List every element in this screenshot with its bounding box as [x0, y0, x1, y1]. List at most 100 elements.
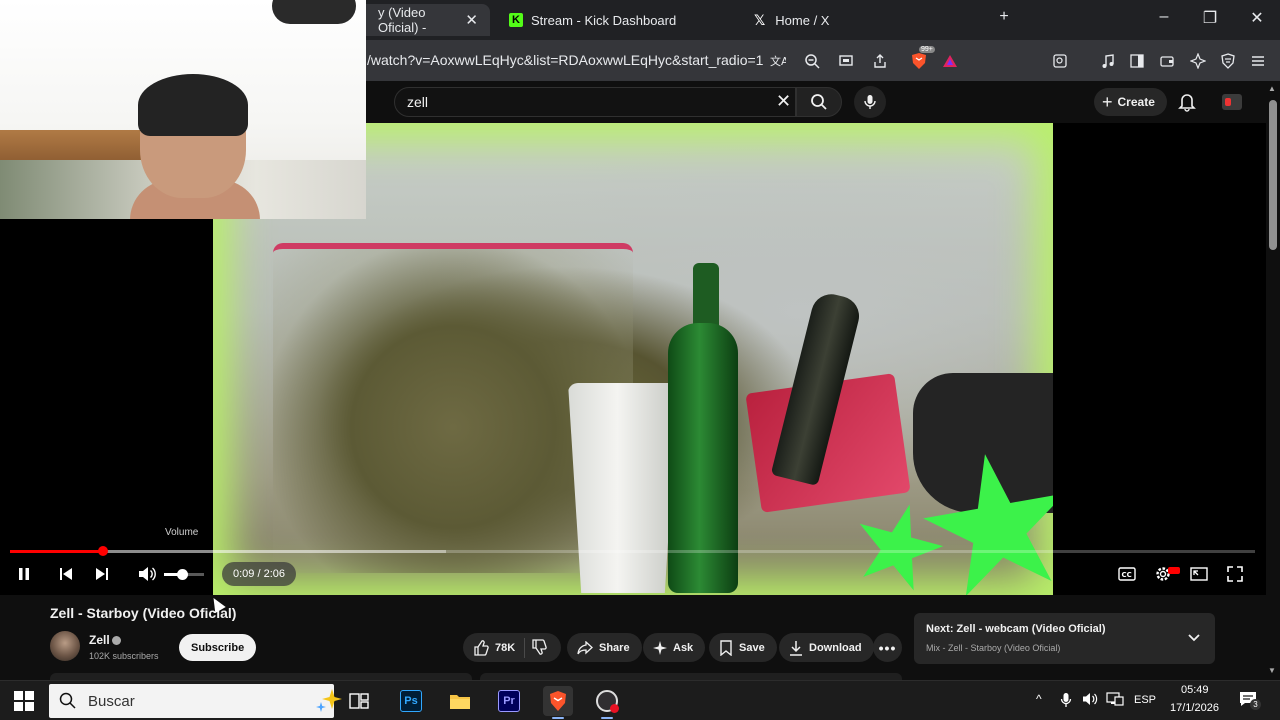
- sidebar-toggle-icon[interactable]: [1126, 50, 1148, 72]
- scroll-down-icon[interactable]: ▼: [1268, 666, 1276, 675]
- new-tab-button[interactable]: +: [992, 8, 1016, 26]
- tray-network-icon[interactable]: [1106, 692, 1124, 709]
- brave-rewards-icon[interactable]: [939, 50, 961, 72]
- volume-icon: [139, 567, 156, 581]
- dislike-button[interactable]: [531, 639, 547, 660]
- captions-button[interactable]: CC: [1116, 563, 1138, 585]
- premiere-app-icon[interactable]: Pr: [494, 686, 524, 716]
- minimize-button[interactable]: –: [1152, 8, 1176, 26]
- leo-ai-icon[interactable]: [1187, 50, 1209, 72]
- search-box[interactable]: [394, 87, 796, 117]
- share-icon: [577, 640, 593, 655]
- time-display: 0:09 / 2:06: [222, 562, 296, 586]
- fullscreen-button[interactable]: [1224, 563, 1246, 585]
- close-window-button[interactable]: ✕: [1245, 8, 1269, 28]
- save-label: Save: [739, 641, 765, 654]
- webcam-person-beanie: [138, 74, 248, 136]
- search-input[interactable]: [407, 94, 767, 110]
- leo-search-icon[interactable]: [1049, 50, 1071, 72]
- restore-button[interactable]: ❐: [1198, 8, 1222, 28]
- task-view-icon[interactable]: [344, 686, 374, 716]
- copilot-sparkle-icon: [316, 689, 342, 712]
- mute-button[interactable]: [136, 563, 158, 585]
- cast-icon[interactable]: [835, 50, 857, 72]
- next-button[interactable]: [91, 563, 113, 585]
- verified-icon: [112, 636, 121, 645]
- zoom-icon[interactable]: [801, 50, 823, 72]
- webcam-headphones: [272, 0, 356, 24]
- share-button[interactable]: Share: [567, 633, 642, 662]
- tab-x-home[interactable]: 𝕏 Home / X: [742, 4, 982, 36]
- subscribe-button[interactable]: Subscribe: [179, 634, 257, 661]
- plus-icon: +: [1102, 91, 1113, 112]
- scroll-up-icon[interactable]: ▲: [1268, 84, 1276, 93]
- svg-text:文A: 文A: [770, 54, 786, 68]
- search-button[interactable]: [796, 87, 842, 117]
- photoshop-app-icon[interactable]: Ps: [396, 686, 426, 716]
- wallet-icon[interactable]: [1156, 50, 1178, 72]
- thumbs-up-icon: [473, 639, 489, 656]
- url-text[interactable]: /watch?v=AoxwwLEqHyc&list=RDAoxwwLEqHyc&…: [367, 52, 763, 68]
- tray-overflow-icon[interactable]: ^: [1036, 692, 1042, 706]
- notifications-icon[interactable]: 3: [1239, 690, 1261, 713]
- previous-button[interactable]: [55, 563, 77, 585]
- share-page-icon[interactable]: [869, 50, 891, 72]
- pause-icon: [19, 568, 29, 580]
- clear-search-icon[interactable]: ✕: [776, 91, 791, 112]
- progress-played: [10, 550, 104, 553]
- save-button[interactable]: Save: [709, 633, 777, 662]
- tab-label: Stream - Kick Dashboard: [531, 12, 677, 28]
- notifications-bell-icon[interactable]: [1178, 92, 1196, 117]
- comments-panel-edge: [480, 673, 902, 680]
- notification-count: 3: [1250, 699, 1261, 710]
- taskbar-date[interactable]: 17/1/2026: [1170, 702, 1219, 714]
- svg-text:CC: CC: [1122, 571, 1132, 579]
- search-icon: [59, 692, 76, 714]
- miniplayer-button[interactable]: [1188, 563, 1210, 585]
- tab-youtube[interactable]: y (Video Oficial) - ✕: [356, 4, 490, 36]
- tab-kick-dashboard[interactable]: K Stream - Kick Dashboard: [497, 4, 737, 36]
- pause-button[interactable]: [13, 563, 35, 585]
- subscriber-count: 102K subscribers: [89, 651, 159, 661]
- volume-handle[interactable]: [177, 569, 188, 580]
- previous-icon: [60, 568, 72, 580]
- download-button[interactable]: Download: [779, 633, 874, 662]
- translate-icon[interactable]: 文A: [767, 50, 789, 72]
- video-title: Zell - Starboy (Video Oficial): [50, 605, 237, 621]
- taskbar-search-placeholder: Buscar: [88, 693, 135, 710]
- tray-volume-icon[interactable]: [1082, 692, 1098, 709]
- vpn-icon[interactable]: [1217, 50, 1239, 72]
- volume-tooltip: Volume: [165, 527, 199, 538]
- music-queue-icon[interactable]: [1097, 50, 1119, 72]
- menu-icon[interactable]: [1247, 50, 1269, 72]
- more-actions-button[interactable]: •••: [873, 633, 902, 662]
- kick-logo-icon: K: [509, 13, 523, 27]
- channel-avatar[interactable]: [50, 631, 80, 661]
- more-icon: •••: [878, 639, 897, 656]
- create-button[interactable]: + Create: [1094, 88, 1167, 116]
- brave-shield-icon[interactable]: 99+: [906, 46, 935, 72]
- scrollbar-thumb[interactable]: [1269, 100, 1277, 250]
- hd-badge: [1168, 567, 1180, 574]
- fullscreen-icon: [1227, 566, 1243, 582]
- windows-start-icon[interactable]: [14, 691, 34, 711]
- ask-button[interactable]: Ask: [643, 633, 706, 662]
- chevron-down-icon[interactable]: [1187, 630, 1201, 648]
- brave-browser-icon[interactable]: [543, 686, 573, 719]
- taskbar-time[interactable]: 05:49: [1181, 684, 1209, 696]
- tray-language[interactable]: ESP: [1134, 694, 1156, 706]
- tray-microphone-icon[interactable]: [1060, 692, 1072, 711]
- close-tab-icon[interactable]: ✕: [465, 11, 478, 29]
- description-panel-edge: [50, 673, 472, 680]
- channel-name[interactable]: Zell: [89, 633, 110, 647]
- obs-app-icon[interactable]: [592, 686, 622, 719]
- voice-search-button[interactable]: [854, 86, 886, 118]
- taskbar-search-box[interactable]: Buscar: [49, 684, 342, 718]
- miniplayer-icon: [1190, 567, 1208, 581]
- microphone-icon: [864, 95, 876, 109]
- x-logo-icon: 𝕏: [754, 11, 766, 28]
- account-avatar[interactable]: [1222, 94, 1242, 110]
- file-explorer-icon[interactable]: [445, 686, 475, 716]
- next-video-card[interactable]: Next: Zell - webcam (Video Oficial) Mix …: [914, 613, 1215, 664]
- webcam-overlay: [0, 0, 366, 219]
